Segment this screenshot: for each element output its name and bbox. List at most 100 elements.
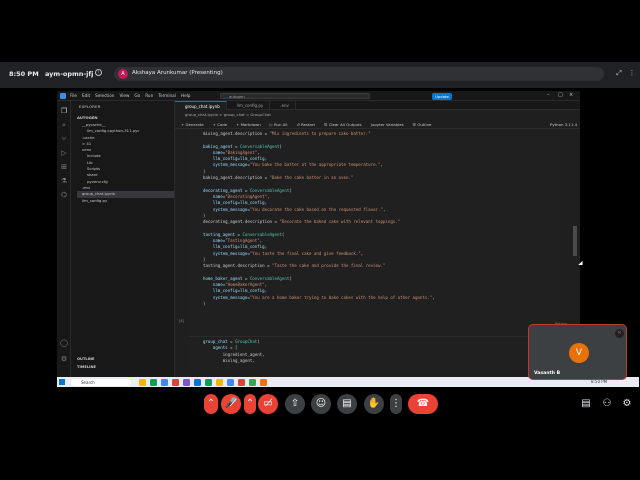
taskbar-app-icon[interactable]	[194, 378, 201, 386]
code-token: name=	[203, 282, 226, 288]
raise-hand-button[interactable]: ✋	[364, 394, 384, 414]
close-icon[interactable]: ×	[569, 92, 573, 98]
command-center-input[interactable]: autogen	[220, 93, 370, 99]
layout-icon[interactable]: ⋮	[627, 68, 637, 78]
taskbar-search[interactable]: Search	[71, 378, 131, 386]
editor-tab[interactable]: llm_config.py	[227, 101, 271, 110]
captions-button[interactable]: ▤	[337, 394, 357, 414]
taskbar-apps	[139, 378, 267, 386]
code-token: llm_config=llm_config,	[203, 288, 268, 294]
code-token: =	[227, 339, 236, 344]
camera-off-button[interactable]: ▭̸	[258, 394, 278, 414]
camera-options-button[interactable]: ⌃	[244, 394, 256, 414]
minimize-icon[interactable]: –	[547, 92, 550, 98]
code-token: ,	[432, 294, 435, 300]
presenter-name: Akshaya Arunkumar (Presenting)	[132, 70, 223, 76]
timeline-section[interactable]: TIMELINE	[77, 365, 96, 369]
notebook-action-button[interactable]: ☰ Outline	[413, 122, 432, 127]
maximize-icon[interactable]: □	[558, 92, 563, 98]
account-icon[interactable]: ◯	[60, 339, 68, 347]
code-line: system_message="You are a home baker try…	[203, 295, 435, 301]
chat-icon[interactable]: ▤	[580, 398, 592, 409]
menu-item-terminal[interactable]: Terminal	[158, 93, 176, 98]
cell-source-2[interactable]: group_chat = GroupChat( agents = [ ingre…	[203, 339, 265, 364]
notebook-action-button[interactable]: Jupyter Variables	[371, 122, 404, 127]
menu-item-edit[interactable]: Edit	[82, 93, 90, 98]
code-cell-2[interactable]: group_chat = GroupChat( agents = [ ingre…	[189, 336, 561, 372]
emoji-button[interactable]: ☺	[311, 394, 331, 414]
code-token: ConversableAgent	[249, 275, 290, 281]
taskbar-app-icon[interactable]	[150, 378, 157, 386]
windows-start-icon[interactable]	[59, 379, 65, 385]
vscode-titlebar: File Edit Selection View Go Run Terminal Help a…	[57, 91, 580, 101]
people-icon[interactable]: ⚇	[601, 398, 613, 409]
mic-options-button[interactable]: ⌃	[204, 394, 218, 414]
taskbar-app-icon[interactable]	[216, 378, 223, 386]
taskbar-app-icon[interactable]	[227, 378, 234, 386]
menu-item-help[interactable]: Help	[181, 93, 191, 98]
code-token: (	[289, 187, 292, 193]
python-icon[interactable]: ⌬	[60, 191, 68, 199]
notebook-action-button[interactable]: ▷ Run All	[270, 122, 288, 127]
menu-item-selection[interactable]: Selection	[95, 93, 114, 98]
participant-name: Vasanth B	[534, 371, 561, 376]
outline-section[interactable]: OUTLINE	[77, 357, 95, 361]
taskbar-app-icon[interactable]	[205, 378, 212, 386]
code-token: "You are a home baker trying to bake cak…	[249, 294, 433, 300]
code-token: tasting_agent	[203, 231, 236, 237]
cell-source[interactable]: mixing_agent.description = "Mix ingredie…	[203, 131, 435, 307]
search-icon[interactable]: ⌕	[60, 121, 68, 129]
taskbar-app-icon[interactable]	[260, 378, 267, 386]
notebook-action-button[interactable]: + Code	[213, 122, 227, 127]
code-line: decorating_agent.description = "Decorate…	[203, 219, 435, 225]
breadcrumb[interactable]: group_chat.ipynb > group_chat = GroupCha…	[185, 112, 271, 117]
menu-item-view[interactable]: View	[119, 93, 129, 98]
explorer-icon[interactable]: ❐	[60, 107, 68, 115]
notebook-action-button[interactable]: + Generate	[181, 122, 204, 127]
leave-call-button[interactable]: ☎	[408, 394, 438, 414]
tree-item[interactable]: llm_config.py	[77, 198, 174, 204]
menu-item-file[interactable]: File	[70, 93, 77, 98]
code-token: (	[257, 339, 260, 344]
update-button[interactable]: Update	[432, 92, 452, 100]
editor-tab[interactable]: group_chat.ipynb	[175, 101, 227, 110]
taskbar-app-icon[interactable]	[238, 378, 245, 386]
code-token: home_baker_agent	[203, 275, 243, 281]
testing-icon[interactable]: ⚗	[60, 177, 68, 185]
info-icon[interactable]: i	[95, 69, 102, 76]
settings-gear-icon[interactable]: ⚙	[60, 355, 68, 363]
mic-off-button[interactable]: 🎤̸	[221, 394, 241, 414]
extensions-icon[interactable]: ⊞	[60, 163, 68, 171]
notebook-action-button[interactable]: ☰ Clear All Outputs	[324, 122, 362, 127]
taskbar-app-icon[interactable]	[139, 378, 146, 386]
kernel-picker[interactable]: Python 3.11.4	[550, 122, 577, 127]
code-token: llm_config=llm_config,	[203, 244, 268, 250]
menu-item-run[interactable]: Run	[145, 93, 153, 98]
code-token: =	[242, 187, 250, 193]
file-tree: __pycache__ llm_config.cpython-311.pyc .ca…	[77, 122, 174, 204]
taskbar-app-icon[interactable]	[249, 378, 256, 386]
meeting-header: 8:50 PM aym-opmn-jfj i A Akshaya Arunkum…	[0, 62, 640, 88]
notebook-action-button[interactable]: + Markdown	[236, 122, 261, 127]
code-token: ,	[382, 206, 386, 212]
source-control-icon[interactable]: ⑂	[60, 135, 68, 143]
menu-item-go[interactable]: Go	[134, 93, 140, 98]
code-token: "TastingAgent"	[225, 238, 260, 244]
participant-tile[interactable]: V ✕ Vasanth B	[528, 324, 627, 380]
code-token: baking_agent	[203, 143, 233, 149]
more-options-button[interactable]: ⋮	[390, 394, 402, 414]
taskbar-app-icon[interactable]	[161, 378, 168, 386]
root-folder[interactable]: AUTOGEN	[77, 115, 98, 120]
present-button[interactable]: ⇧	[285, 394, 305, 414]
editor-tab[interactable]: .env	[270, 101, 296, 110]
run-debug-icon[interactable]: ▷	[60, 149, 68, 157]
notebook-actions: + Generate + Code + Markdown ▷ Run All ↺ Res…	[181, 122, 431, 127]
taskbar-app-icon[interactable]	[183, 378, 190, 386]
scrollbar-thumb[interactable]	[573, 226, 577, 256]
muted-mic-icon: ✕	[615, 329, 624, 338]
notebook-action-button[interactable]: ↺ Restart	[296, 122, 314, 127]
taskbar-app-icon[interactable]	[172, 378, 179, 386]
fullscreen-icon[interactable]: ⤢	[614, 68, 624, 78]
activities-icon[interactable]: ⚙	[621, 398, 633, 409]
code-cell[interactable]: mixing_agent.description = "Mix ingredie…	[189, 131, 561, 357]
